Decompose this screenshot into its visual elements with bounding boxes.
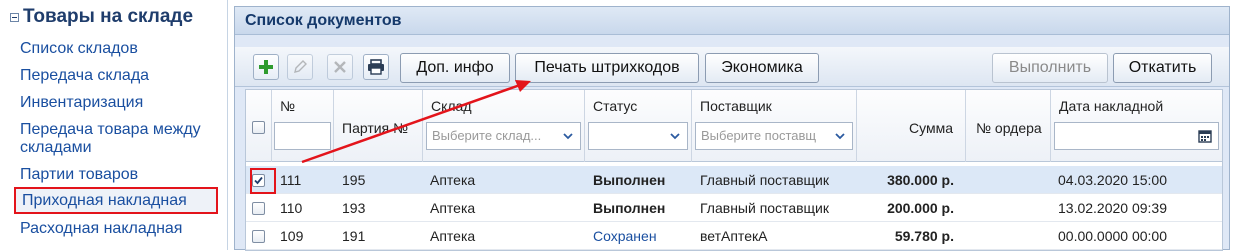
cell-sum: 380.000 р.: [887, 172, 954, 188]
cell-date: 04.03.2020 15:00: [1058, 172, 1167, 188]
cell-number: 110: [280, 200, 303, 216]
sidebar-item-incoming-invoice[interactable]: Приходная накладная: [14, 187, 218, 214]
economics-button[interactable]: Экономика: [705, 53, 819, 83]
warehouse-filter-placeholder: Выберите склад...: [432, 128, 542, 143]
cell-status: Выполнен: [593, 172, 666, 188]
header-supplier[interactable]: Поставщик Выберите поставщ: [692, 90, 857, 162]
header-order-number[interactable]: № ордера: [966, 90, 1051, 162]
header-warehouse[interactable]: Склад Выберите склад...: [423, 90, 585, 162]
header-order-number-label: № ордера: [976, 120, 1042, 136]
warehouse-filter-select[interactable]: Выберите склад...: [426, 122, 581, 150]
sidebar-item-inventory[interactable]: Инвентаризация: [20, 93, 143, 112]
sidebar-title[interactable]: Товары на складе: [10, 6, 193, 28]
header-status[interactable]: Статус: [585, 90, 692, 162]
chevron-down-icon: [563, 133, 573, 140]
header-status-label: Статус: [593, 98, 638, 114]
close-icon: [334, 61, 346, 73]
cell-sum: 59.780 р.: [894, 228, 954, 244]
add-button[interactable]: [253, 54, 279, 80]
checkbox-highlight: [250, 168, 276, 194]
supplier-filter-select[interactable]: Выберите поставщ: [695, 122, 853, 150]
status-filter-select[interactable]: [588, 122, 688, 150]
sidebar-item-goods-transfer[interactable]: Передача товара между: [20, 120, 201, 139]
cell-date: 13.02.2020 09:39: [1058, 200, 1167, 216]
cell-sum: 200.000 р.: [887, 200, 954, 216]
table-row[interactable]: 109 191 Аптека Сохранен ветАптекА 59.780…: [246, 222, 1222, 250]
chevron-down-icon: [835, 133, 845, 140]
execute-button[interactable]: Выполнить: [992, 53, 1108, 83]
number-filter-input[interactable]: [274, 122, 331, 150]
cell-batch: 195: [342, 172, 366, 188]
pencil-icon: [294, 60, 307, 73]
header-warehouse-label: Склад: [431, 98, 472, 114]
cell-supplier: Главный поставщик: [700, 172, 830, 188]
cell-number: 111: [280, 172, 302, 188]
cell-status: Выполнен: [593, 200, 666, 216]
sidebar-item-goods-batches[interactable]: Партии товаров: [20, 165, 138, 184]
printer-icon: [368, 59, 384, 75]
row-checkbox[interactable]: [252, 202, 265, 215]
rollback-button[interactable]: Откатить: [1113, 53, 1212, 83]
table-row[interactable]: 111 195 Аптека Выполнен Главный поставщи…: [246, 166, 1222, 194]
toolbar: Доп. инфо Печать штрихкодов Экономика Вы…: [235, 47, 1229, 87]
calendar-icon[interactable]: [1198, 129, 1212, 143]
header-select-all-cell: [246, 90, 272, 162]
select-all-checkbox[interactable]: [252, 121, 265, 134]
sidebar: Товары на складе Список складов Передача…: [0, 0, 228, 250]
sidebar-title-label: Товары на складе: [23, 6, 194, 27]
sidebar-item-warehouse-transfer[interactable]: Передача склада: [20, 66, 149, 85]
documents-grid: № Партия № Склад Выберите склад... Стату…: [245, 89, 1223, 251]
panel-title: Список документов: [235, 7, 1229, 35]
print-button[interactable]: [363, 54, 389, 80]
cell-supplier: Главный поставщик: [700, 200, 830, 216]
cell-batch: 193: [342, 200, 366, 216]
invoice-date-filter-input[interactable]: [1054, 122, 1219, 150]
sidebar-item-outgoing-invoice[interactable]: Расходная накладная: [20, 219, 182, 238]
header-batch-label: Партия №: [342, 120, 409, 136]
delete-button[interactable]: [327, 54, 353, 80]
edit-button[interactable]: [287, 54, 313, 80]
cell-batch: 191: [342, 228, 366, 244]
header-number[interactable]: №: [272, 90, 334, 162]
plus-icon: [259, 60, 273, 74]
cell-warehouse: Аптека: [430, 172, 476, 188]
header-invoice-date[interactable]: Дата накладной: [1051, 90, 1222, 162]
cell-warehouse: Аптека: [430, 200, 476, 216]
cell-number: 109: [280, 228, 304, 244]
cell-supplier: ветАптекА: [700, 228, 768, 244]
header-sum-label: Сумма: [909, 120, 953, 136]
sidebar-item-goods-transfer-line2[interactable]: складами: [20, 138, 92, 157]
row-checkbox[interactable]: [252, 230, 265, 243]
cell-warehouse: Аптека: [430, 228, 476, 244]
cell-date: 00.00.0000 00:00: [1058, 228, 1167, 244]
extra-info-button[interactable]: Доп. инфо: [400, 53, 510, 83]
table-row[interactable]: 110 193 Аптека Выполнен Главный поставщи…: [246, 194, 1222, 222]
header-supplier-label: Поставщик: [700, 98, 772, 114]
header-batch[interactable]: Партия №: [334, 90, 423, 162]
header-sum[interactable]: Сумма: [857, 90, 966, 162]
header-number-label: №: [280, 98, 296, 114]
documents-panel: Список документов Доп. инфо Печать штрих…: [234, 6, 1230, 251]
grid-header: № Партия № Склад Выберите склад... Стату…: [246, 90, 1222, 162]
chevron-down-icon: [670, 133, 680, 140]
sidebar-item-warehouse-list[interactable]: Список складов: [20, 39, 138, 58]
supplier-filter-placeholder: Выберите поставщ: [701, 128, 817, 143]
header-invoice-date-label: Дата накладной: [1059, 98, 1164, 114]
print-barcodes-button[interactable]: Печать штрихкодов: [515, 53, 699, 83]
collapse-icon[interactable]: [10, 12, 19, 22]
cell-status: Сохранен: [593, 228, 657, 244]
